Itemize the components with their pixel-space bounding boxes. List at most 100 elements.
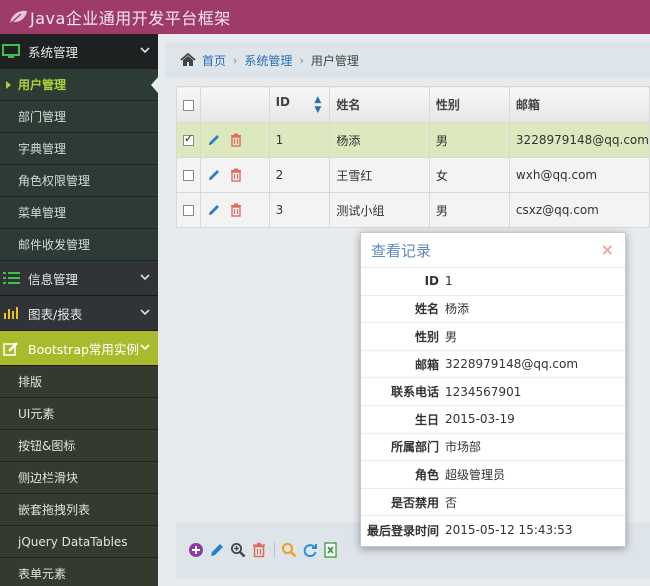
list-icon [2,270,20,286]
sidebar-item-sidebar-slider[interactable]: 侧边栏滑块 [0,462,158,494]
table-row[interactable]: 1 杨添 男 3228979148@qq.com [176,122,650,158]
row-checkbox[interactable] [183,205,194,216]
row-actions-cell [199,192,270,228]
edit-icon [2,340,20,356]
view-record-dialog: 查看记录 × ID 1 姓名 杨添 性别男 邮箱 3228979148@qq.com … [360,232,626,547]
field-value: 否 [445,495,458,510]
field-label: 是否禁用 [390,495,439,510]
dialog-title: 查看记录 [371,241,432,260]
sidebar-group-label: 信息管理 [28,271,79,287]
home-icon [180,53,196,66]
sidebar-group-label: 图表/报表 [28,306,83,322]
trash-icon[interactable] [251,542,267,558]
email-cell: 3228979148@qq.com [508,122,650,158]
id-cell: 2 [268,157,331,193]
sidebar-item-datatables[interactable]: jQuery DataTables [0,526,158,558]
field-value: 超级管理员 [445,467,506,482]
sidebar-item-typography[interactable]: 排版 [0,366,158,398]
close-icon[interactable]: × [601,242,614,258]
sidebar-item-form-elements[interactable]: 表单元素 [0,558,158,586]
refresh-icon[interactable] [302,542,318,558]
record-field-row: 生日 2015-03-19 [361,406,625,434]
table-header-row: ID ▲ ▼ 姓名 性别 邮箱 [176,86,650,123]
excel-icon[interactable] [323,542,339,558]
trash-icon[interactable] [229,168,243,182]
breadcrumb-separator: › [299,53,304,67]
sidebar-item-dictionary[interactable]: 字典管理 [0,133,158,165]
breadcrumb-system-link[interactable]: 系统管理 [244,52,292,69]
record-field-row: 姓名 杨添 [361,296,625,324]
trash-icon[interactable] [229,133,243,147]
sidebar-group-system[interactable]: 系统管理 [0,34,158,69]
sidebar-group-label: 系统管理 [28,44,79,60]
breadcrumb: 首页 › 系统管理 › 用户管理 [165,42,650,78]
sidebar-group-bootstrap[interactable]: Bootstrap常用实例 [0,331,158,366]
toolbar-divider [274,542,275,558]
gender-header[interactable]: 性别 [428,86,510,123]
name-header[interactable]: 姓名 [329,86,430,123]
field-value: 2015-05-12 15:43:53 [445,523,573,538]
record-field-row: ID 1 [361,268,625,296]
select-all-cell [176,86,201,123]
chevron-down-icon [140,344,150,351]
record-field-row: 最后登录时间 2015-05-12 15:43:53 [361,516,625,544]
record-field-row: 邮箱 3228979148@qq.com [361,351,625,379]
field-value: 1234567901 [445,384,522,399]
chevron-down-icon [140,309,150,316]
email-header[interactable]: 邮箱 [508,86,650,123]
breadcrumb-home-link[interactable]: 首页 [202,52,226,69]
pencil-icon[interactable] [207,203,221,217]
name-cell: 杨添 [329,122,430,158]
table-row[interactable]: 3 测试小组 男 csxz@qq.com [176,192,650,228]
user-table: ID▲▼ 姓名 性别 邮箱 1 杨添 男 3228979148@qq.com 2… [176,86,650,228]
table-row[interactable]: 2 王雪红 女 wxh@qq.com [176,157,650,193]
id-header[interactable]: ID ▲ ▼ [268,86,331,123]
row-select-cell [176,192,201,228]
field-value: 杨添 [445,302,470,317]
field-label: 最后登录时间 [366,523,439,538]
field-label: 联系电话 [390,385,439,400]
sidebar-group-charts[interactable]: 图表/报表 [0,296,158,331]
field-label: 所属部门 [390,440,439,455]
sidebar-item-departments[interactable]: 部门管理 [0,101,158,133]
app-title: Java企业通用开发平台框架 [30,9,231,28]
sidebar-item-nestable-list[interactable]: 嵌套拖拽列表 [0,494,158,526]
field-label: 性别 [414,329,439,344]
field-label: 角色 [414,467,439,482]
app-header: Java企业通用开发平台框架 [0,0,650,34]
gender-cell: 女 [428,157,510,193]
id-cell: 1 [268,122,331,158]
sidebar-item-ui-elements[interactable]: UI元素 [0,398,158,430]
field-label: 邮箱 [414,357,439,372]
sidebar: 系统管理 用户管理 部门管理 字典管理 角色权限管理 菜单管理 邮件收发管理 信… [0,34,158,586]
sidebar-item-roles[interactable]: 角色权限管理 [0,165,158,197]
sidebar-group-info[interactable]: 信息管理 [0,261,158,296]
row-checkbox[interactable] [183,170,194,181]
sidebar-item-menus[interactable]: 菜单管理 [0,197,158,229]
pencil-icon[interactable] [209,542,225,558]
breadcrumb-current: 用户管理 [310,53,359,68]
field-label: 生日 [414,412,439,427]
sidebar-item-users[interactable]: 用户管理 [0,69,158,101]
chevron-down-icon [140,47,150,54]
email-cell: wxh@qq.com [508,157,650,193]
sidebar-item-buttons-icons[interactable]: 按钮&图标 [0,430,158,462]
trash-icon[interactable] [229,203,243,217]
sidebar-item-mail[interactable]: 邮件收发管理 [0,229,158,261]
record-field-row: 联系电话 1234567901 [361,378,625,406]
record-field-row: 角色 超级管理员 [361,461,625,489]
gender-cell: 男 [428,122,510,158]
field-value: 男 [445,329,458,344]
field-value: 3228979148@qq.com [445,357,579,372]
breadcrumb-separator: › [233,53,238,67]
name-cell: 测试小组 [329,192,430,228]
field-value: 市场部 [445,440,482,455]
pencil-icon[interactable] [207,168,221,182]
plus-circle-icon[interactable] [188,542,204,558]
zoom-in-icon[interactable] [230,542,246,558]
select-all-checkbox[interactable] [183,99,194,111]
pencil-icon[interactable] [207,133,221,147]
search-icon[interactable] [281,542,297,558]
row-checkbox[interactable] [183,132,194,146]
bar-chart-icon [2,305,20,321]
